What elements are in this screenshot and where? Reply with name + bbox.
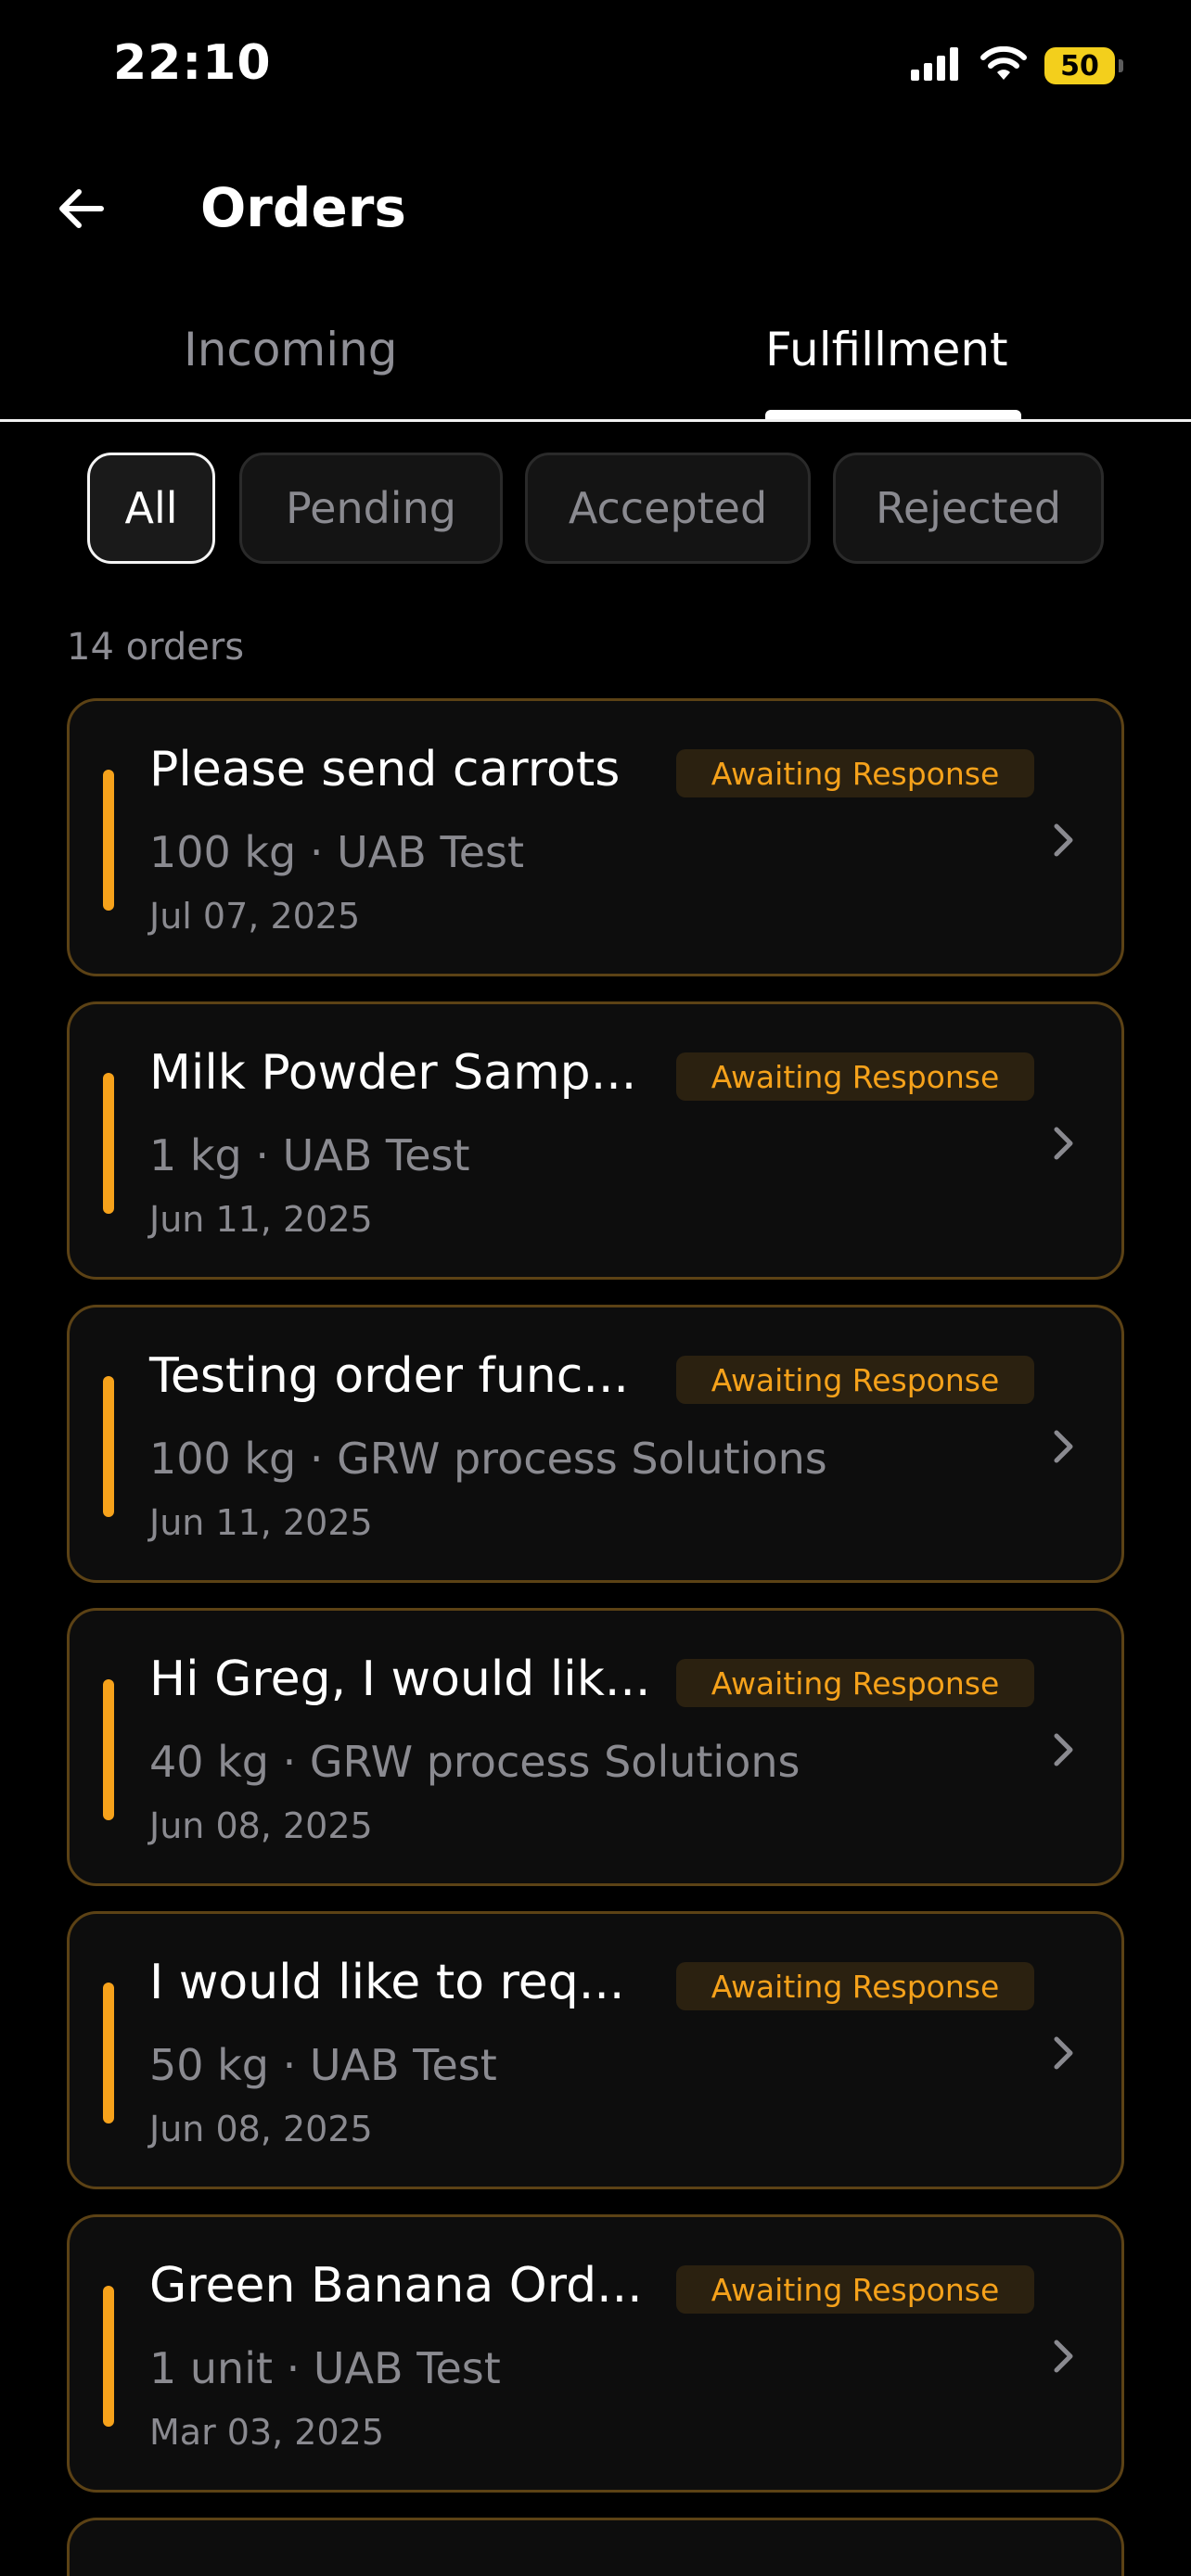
chevron-right-icon [1044, 1121, 1084, 1166]
order-meta: 1 kg · UAB Test [149, 1130, 470, 1180]
orders-count: 14 orders [67, 626, 245, 669]
order-title: Please send carrots [149, 742, 621, 797]
app-header: Orders [0, 158, 1191, 260]
status-indicator-bar [103, 2286, 114, 2427]
order-card[interactable]: Hi Greg, I would lik... Awaiting Respons… [67, 1608, 1124, 1886]
order-card[interactable]: Please send carrots Awaiting Response 10… [67, 698, 1124, 976]
status-indicator-bar [103, 1679, 114, 1820]
order-card[interactable]: Green Banana Ord... Awaiting Response 1 … [67, 2214, 1124, 2493]
order-title: Testing order func... [149, 1348, 629, 1404]
cellular-signal-icon [911, 47, 963, 84]
status-indicator-bar [103, 1376, 114, 1517]
battery-level: 50 [1060, 49, 1099, 83]
wifi-icon [980, 45, 1028, 85]
status-indicator-bar [103, 770, 114, 911]
chevron-right-icon [1044, 2031, 1084, 2075]
status-badge: Awaiting Response [676, 1659, 1034, 1707]
status-time: 22:10 [113, 35, 272, 91]
status-icons: 50 [911, 43, 1123, 89]
order-card[interactable]: Milk Powder Samp... Awaiting Response 1 … [67, 1001, 1124, 1280]
order-title: I would like to req... [149, 1955, 625, 2010]
order-meta: 1 unit · UAB Test [149, 2343, 501, 2393]
order-title: Milk Powder Samp... [149, 1045, 637, 1101]
order-card[interactable]: I would like to req... Awaiting Response… [67, 1911, 1124, 2189]
order-date: Jul 07, 2025 [149, 896, 361, 937]
order-date: Jun 11, 2025 [149, 1199, 373, 1240]
status-badge: Awaiting Response [676, 2265, 1034, 2314]
filter-chip-accepted[interactable]: Accepted [525, 453, 811, 564]
tab-incoming[interactable]: Incoming [184, 323, 398, 376]
filter-chip-all[interactable]: All [87, 453, 215, 564]
order-meta: 100 kg · GRW process Solutions [149, 1434, 827, 1484]
order-meta: 100 kg · UAB Test [149, 827, 525, 877]
chevron-right-icon [1044, 818, 1084, 862]
status-indicator-bar [103, 1073, 114, 1214]
order-date: Jun 08, 2025 [149, 2109, 373, 2149]
status-indicator-bar [103, 1983, 114, 2123]
order-title: Hi Greg, I would lik... [149, 1651, 651, 1707]
order-meta: 40 kg · GRW process Solutions [149, 1737, 800, 1787]
page-title: Orders [200, 176, 406, 239]
back-button[interactable] [48, 178, 113, 243]
order-date: Mar 03, 2025 [149, 2412, 384, 2453]
battery-icon: 50 [1044, 47, 1123, 84]
order-card-partial[interactable] [67, 2518, 1124, 2576]
active-tab-indicator [765, 410, 1021, 419]
status-bar: 22:10 50 [0, 0, 1191, 130]
status-badge: Awaiting Response [676, 1052, 1034, 1101]
status-badge: Awaiting Response [676, 1356, 1034, 1404]
order-meta: 50 kg · UAB Test [149, 2040, 497, 2090]
chevron-right-icon [1044, 2334, 1084, 2378]
filter-chip-pending[interactable]: Pending [239, 453, 503, 564]
order-date: Jun 11, 2025 [149, 1502, 373, 1543]
tab-bar: Incoming Fulfillment [0, 306, 1191, 422]
status-badge: Awaiting Response [676, 749, 1034, 797]
filter-chip-rejected[interactable]: Rejected [833, 453, 1104, 564]
chevron-right-icon [1044, 1424, 1084, 1469]
tab-fulfillment[interactable]: Fulfillment [765, 323, 1008, 376]
arrow-left-icon [55, 186, 107, 235]
order-card[interactable]: Testing order func... Awaiting Response … [67, 1305, 1124, 1583]
order-date: Jun 08, 2025 [149, 1805, 373, 1846]
status-badge: Awaiting Response [676, 1962, 1034, 2010]
chevron-right-icon [1044, 1728, 1084, 1772]
order-title: Green Banana Ord... [149, 2258, 643, 2314]
